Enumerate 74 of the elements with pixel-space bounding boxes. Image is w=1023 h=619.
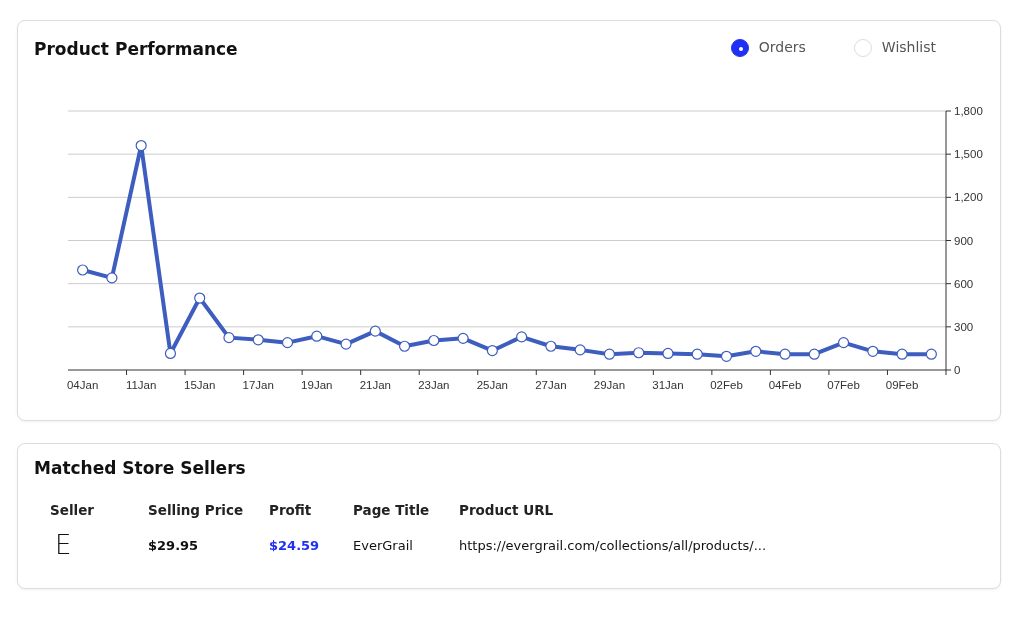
data-point (896, 348, 908, 360)
data-point (194, 291, 206, 304)
data-point (867, 345, 879, 357)
data-point (428, 334, 440, 346)
column-header: Seller (50, 501, 94, 518)
x-tick-label: 15Jan (184, 378, 216, 391)
x-tick-label: 02Feb (710, 378, 743, 391)
data-point (398, 340, 411, 352)
card-title: Product Performance (34, 38, 238, 61)
data-point (808, 348, 820, 360)
seller-logo: E (55, 529, 72, 560)
column-header: Page Title (353, 501, 430, 518)
table-cell: https://evergrail.com/collections/all/products/... (459, 538, 767, 553)
data-point (603, 348, 616, 360)
x-tick-label: 17Jan (242, 378, 274, 391)
y-tick-label: 1,800 (954, 104, 983, 117)
table-cell: $24.59 (269, 538, 320, 553)
data-point (574, 343, 586, 355)
data-point (662, 347, 674, 359)
column-header: Product URL (459, 501, 554, 518)
table-cell: $29.95 (148, 538, 199, 553)
radio-option[interactable]: Wishlist (853, 37, 936, 58)
data-point (311, 330, 323, 342)
x-tick-label: 21Jan (359, 378, 391, 391)
data-point (457, 332, 469, 344)
x-tick-label: 31Jan (652, 378, 684, 391)
x-tick-label: 04Jan (66, 378, 99, 391)
y-tick-label: 1,200 (945, 190, 983, 203)
y-tick-label: 0 (945, 363, 961, 376)
data-point (369, 325, 381, 337)
y-tick-label: 1,800 (945, 104, 983, 117)
data-point (633, 346, 645, 358)
x-tick-label: 19Jan (301, 378, 333, 391)
y-tick-label: 1,200 (954, 190, 983, 203)
data-point (779, 348, 791, 360)
data-point (223, 331, 235, 343)
y-tick-label: 900 (954, 234, 974, 246)
x-tick-label: 11Jan (125, 378, 157, 391)
x-tick-label: 29Jan (593, 378, 626, 391)
y-tick-label: 1,500 (954, 147, 983, 160)
data-point (720, 350, 733, 362)
data-point (486, 344, 498, 356)
radio-option[interactable]: Orders (730, 37, 806, 58)
x-tick-label: 04Feb (768, 378, 802, 391)
x-tick-label: 23Jan (418, 378, 450, 391)
y-tick-label: 600 (945, 277, 974, 290)
table-cell: EverGrail (353, 538, 413, 553)
y-tick-label: 600 (954, 277, 974, 290)
y-tick-label: 0 (954, 363, 961, 376)
y-tick-label: 900 (945, 234, 974, 246)
data-point (77, 263, 89, 276)
data-point (750, 345, 762, 357)
radio-icon[interactable] (730, 38, 749, 57)
column-header: Profit (269, 501, 312, 518)
data-point (135, 139, 147, 151)
card-title: Matched Store Sellers (34, 457, 247, 480)
data-point (106, 271, 118, 283)
data-point (281, 336, 294, 348)
data-point (837, 336, 850, 348)
data-point (691, 348, 703, 360)
data-point (925, 348, 937, 360)
data-point (164, 347, 177, 359)
y-tick-label: 1,500 (945, 147, 983, 160)
data-point (545, 340, 557, 352)
data-point (516, 330, 528, 342)
data-point (252, 333, 264, 345)
data-point (340, 338, 352, 350)
y-tick-label: 300 (954, 320, 974, 333)
x-tick-label: 07Feb (827, 378, 860, 391)
column-header: Selling Price (148, 501, 244, 518)
x-tick-label: 09Feb (885, 378, 919, 391)
x-tick-label: 25Jan (476, 378, 509, 391)
x-tick-label: 27Jan (535, 378, 567, 391)
y-tick-label: 300 (945, 320, 974, 333)
